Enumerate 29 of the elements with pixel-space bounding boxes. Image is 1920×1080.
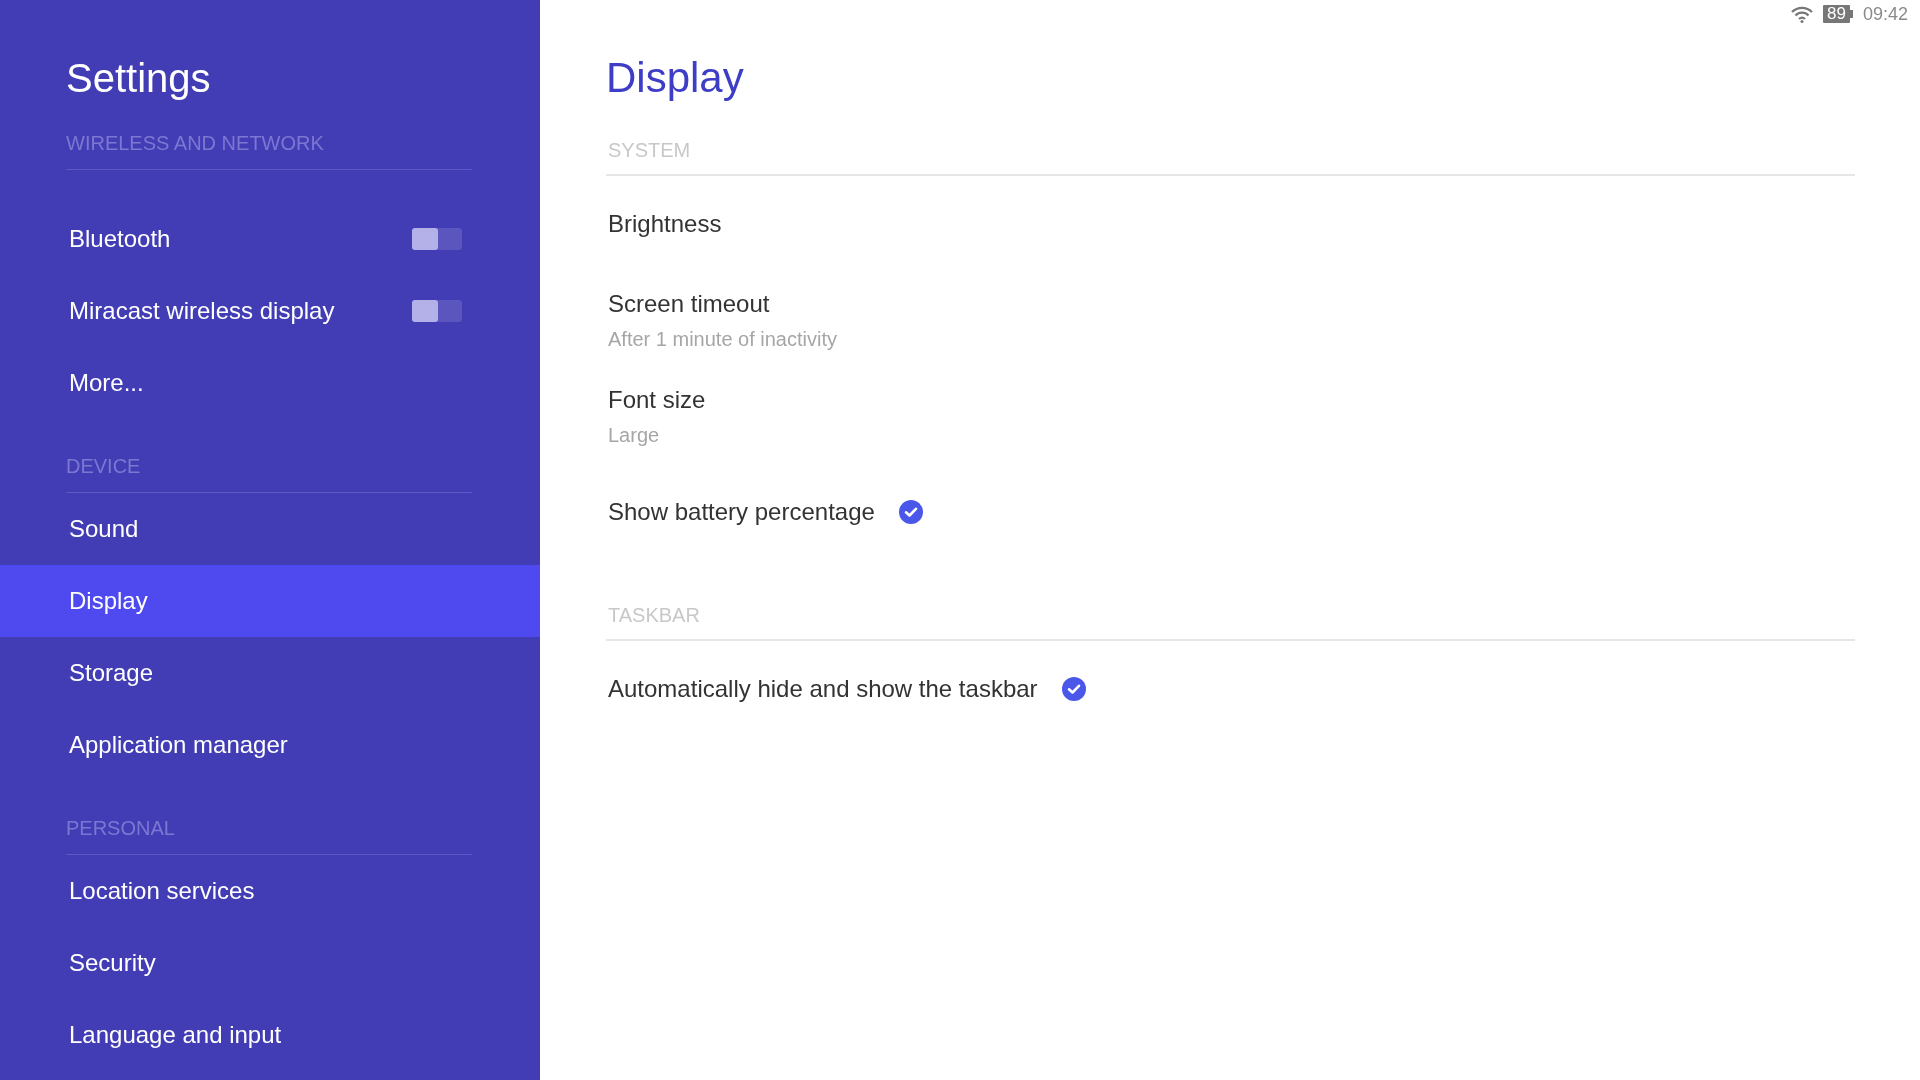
setting-label[interactable]: Brightness: [608, 209, 722, 239]
sidebar-item[interactable]: Display: [0, 565, 540, 637]
sidebar-item[interactable]: Bluetooth: [0, 203, 540, 275]
sidebar-item[interactable]: Location services: [0, 855, 540, 927]
setting-summary: After 1 minute of inactivity: [608, 326, 838, 352]
sidebar-item[interactable]: Miracast wireless display: [0, 275, 540, 347]
section-header: PERSONAL: [66, 816, 472, 855]
setting-summary: Large: [608, 422, 661, 448]
sidebar-item[interactable]: Application manager: [0, 709, 540, 781]
setting-label[interactable]: Show battery percentage: [608, 497, 875, 527]
toggle-switch[interactable]: [412, 300, 462, 322]
setting-label[interactable]: Font size: [608, 384, 706, 415]
clock-time: 09:42: [1862, 3, 1908, 25]
sidebar-item[interactable]: Sound: [0, 493, 540, 565]
toggle-switch[interactable]: [412, 228, 462, 250]
battery-indicator: 89: [1823, 5, 1853, 23]
setting-label[interactable]: Screen timeout: [608, 288, 770, 319]
sidebar-item[interactable]: Storage: [0, 637, 540, 709]
setting-label[interactable]: Automatically hide and show the taskbar: [608, 674, 1038, 704]
section-header: WIRELESS AND NETWORK: [66, 131, 472, 170]
checkmark-icon[interactable]: [1061, 677, 1086, 701]
sidebar-item[interactable]: Language and input: [0, 999, 540, 1071]
wifi-icon: [1791, 5, 1814, 23]
page-title: Display: [606, 53, 744, 103]
checkmark-icon[interactable]: [898, 500, 923, 524]
sidebar-item[interactable]: More...: [0, 347, 540, 419]
section-header: DEVICE: [66, 454, 472, 493]
sidebar-item[interactable]: Security: [0, 927, 540, 999]
settings-title: Settings: [66, 55, 211, 102]
